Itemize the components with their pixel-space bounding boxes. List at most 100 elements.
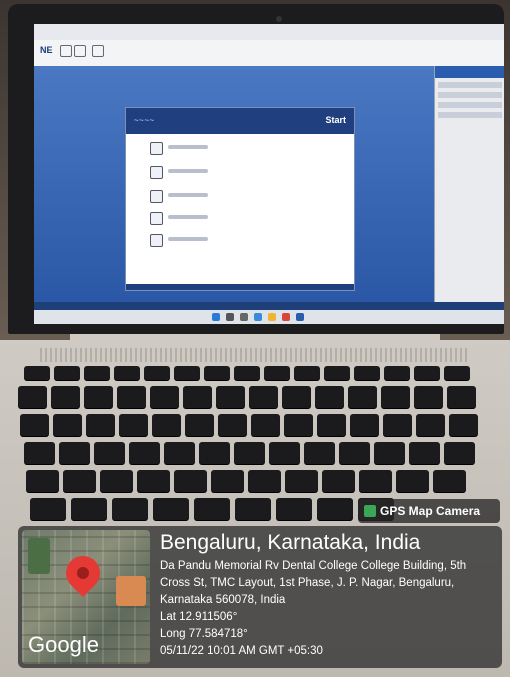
dialog-option: [150, 212, 270, 225]
address-text: Da Pandu Memorial Rv Dental College Coll…: [160, 560, 467, 606]
keyboard-key: [24, 366, 50, 380]
keyboard-key: [235, 498, 271, 520]
keyboard-key: [114, 366, 140, 380]
keyboard-key: [324, 366, 350, 380]
keyboard-key: [20, 414, 49, 436]
keyboard-key: [339, 442, 370, 464]
map-pin-icon: [58, 548, 108, 598]
keyboard-key: [447, 386, 476, 408]
keyboard-key: [251, 414, 280, 436]
datetime-text: 05/11/22 10:01 AM GMT +05:30: [160, 645, 323, 657]
map-thumbnail: Google: [22, 530, 150, 664]
keyboard-key: [383, 414, 412, 436]
keyboard-key: [100, 470, 133, 492]
start-dialog-title: Start: [325, 115, 346, 125]
app-titlebar: [34, 24, 504, 40]
dialog-logo: ~~~~: [134, 116, 155, 125]
app-side-panel: [434, 66, 504, 302]
gps-camera-icon: [364, 505, 376, 517]
option-icon: [150, 142, 163, 155]
laptop-lid: NE ~~~~ Start: [8, 4, 504, 334]
keyboard-key: [350, 414, 379, 436]
keyboard-key: [317, 498, 353, 520]
keyboard-key: [94, 442, 125, 464]
dialog-option: [150, 166, 270, 179]
location-card: Google Bengaluru, Karnataka, India Da Pa…: [18, 526, 502, 668]
keyboard-key: [183, 386, 212, 408]
keyboard-key: [322, 470, 355, 492]
keyboard-key: [53, 414, 82, 436]
keyboard-key: [374, 442, 405, 464]
ribbon-tool-icon: [74, 45, 86, 57]
keyboard-key: [216, 386, 245, 408]
app-status-bar: [34, 302, 504, 310]
keyboard-key: [152, 414, 181, 436]
keyboard-key: [218, 414, 247, 436]
keyboard-key: [315, 386, 344, 408]
keyboard-key: [86, 414, 115, 436]
option-icon: [150, 166, 163, 179]
start-dialog-header: ~~~~ Start: [126, 108, 354, 134]
keyboard-key: [249, 386, 278, 408]
app-icon: [296, 313, 304, 321]
keyboard-key: [304, 442, 335, 464]
app-badge-label: GPS Map Camera: [380, 504, 481, 518]
keyboard-key: [84, 366, 110, 380]
keyboard-key: [444, 442, 475, 464]
keyboard-key: [137, 470, 170, 492]
chrome-icon: [282, 313, 290, 321]
keyboard-key: [416, 414, 445, 436]
keyboard-key: [150, 386, 179, 408]
keyboard-key: [144, 366, 170, 380]
keyboard-key: [354, 366, 380, 380]
photo-scene: NE ~~~~ Start GPS Map Camera Google Beng…: [0, 0, 510, 677]
dialog-option: [150, 190, 270, 203]
location-info: Bengaluru, Karnataka, India Da Pandu Mem…: [160, 530, 496, 660]
keyboard-key: [194, 498, 230, 520]
keyboard-key: [204, 366, 230, 380]
keyboard-key: [185, 414, 214, 436]
laptop-screen: NE ~~~~ Start: [34, 24, 504, 324]
keyboard-key: [117, 386, 146, 408]
keyboard-key: [348, 386, 377, 408]
windows-taskbar: [34, 310, 504, 324]
gps-map-camera-badge: GPS Map Camera: [358, 499, 500, 523]
keyboard-key: [51, 386, 80, 408]
keyboard-key: [269, 442, 300, 464]
option-icon: [150, 190, 163, 203]
keyboard-key: [359, 470, 392, 492]
latitude-text: Lat 12.911506°: [160, 611, 238, 623]
app-logo: NE: [40, 45, 53, 55]
keyboard-key: [30, 498, 66, 520]
folder-icon: [268, 313, 276, 321]
side-panel-row: [438, 92, 502, 98]
keyboard-key: [294, 366, 320, 380]
side-panel-row: [438, 82, 502, 88]
keyboard-key: [234, 366, 260, 380]
keyboard-key: [153, 498, 189, 520]
side-panel-row: [438, 102, 502, 108]
keyboard-key: [199, 442, 230, 464]
keyboard-key: [284, 414, 313, 436]
app-ribbon: NE: [34, 40, 504, 67]
keyboard-key: [317, 414, 346, 436]
keyboard-key: [59, 442, 90, 464]
keyboard-key: [444, 366, 470, 380]
keyboard-key: [433, 470, 466, 492]
webcam: [276, 16, 282, 22]
keyboard-key: [384, 366, 410, 380]
dialog-option: [150, 234, 270, 247]
option-icon: [150, 234, 163, 247]
keyboard-key: [112, 498, 148, 520]
keyboard-key: [119, 414, 148, 436]
ribbon-tool-icon: [60, 45, 72, 57]
google-logo: Google: [28, 632, 99, 657]
keyboard-key: [54, 366, 80, 380]
dialog-option: [150, 142, 270, 155]
start-icon: [212, 313, 220, 321]
option-icon: [150, 212, 163, 225]
keyboard-key: [71, 498, 107, 520]
keyboard-key: [396, 470, 429, 492]
ribbon-tool-icon: [92, 45, 104, 57]
keyboard-key: [24, 442, 55, 464]
